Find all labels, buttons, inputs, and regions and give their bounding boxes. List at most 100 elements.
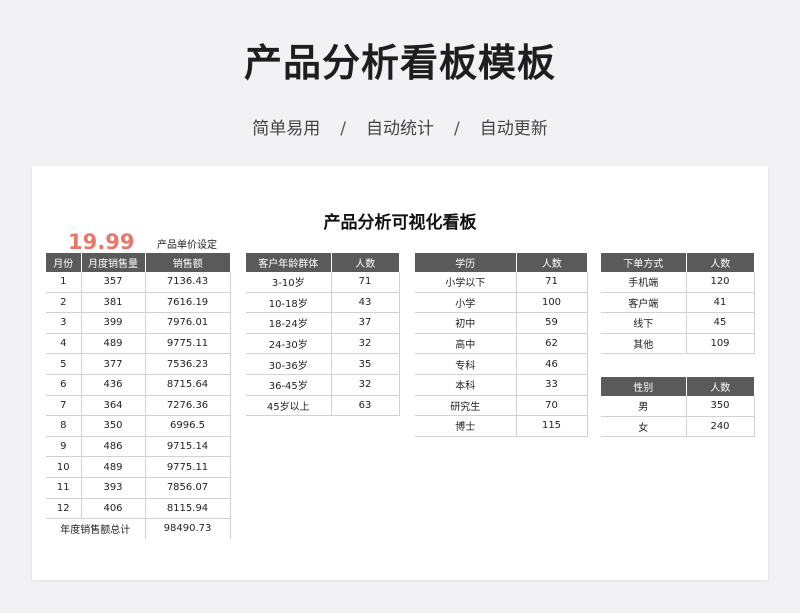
table-cell[interactable]: 240 — [686, 416, 755, 438]
table-cell[interactable]: 12 — [46, 498, 82, 520]
table-cell[interactable]: 45 — [686, 312, 755, 334]
table-cell[interactable]: 43 — [331, 292, 400, 314]
table-cell[interactable]: 小学 — [415, 292, 517, 314]
table-cell[interactable]: 46 — [516, 353, 588, 375]
table-cell[interactable]: 63 — [331, 395, 400, 417]
table-cell[interactable]: 7856.07 — [145, 477, 231, 499]
table-cell[interactable]: 71 — [331, 272, 400, 293]
age-group-table: 客户年龄群体 人数 3-10岁 71 10-18岁 43 18-24岁 37 24-30岁 3… — [246, 253, 400, 417]
table-cell[interactable]: 377 — [81, 353, 146, 375]
table-cell[interactable]: 1 — [46, 272, 82, 293]
table-cell[interactable]: 109 — [686, 333, 755, 355]
table-cell[interactable]: 7276.36 — [145, 395, 231, 417]
column-header: 学历 — [415, 253, 517, 272]
table-cell[interactable]: 100 — [516, 292, 588, 314]
table-cell[interactable]: 其他 — [601, 333, 687, 355]
annual-total-value[interactable]: 98490.73 — [145, 518, 231, 539]
table-cell[interactable]: 7136.43 — [145, 272, 231, 293]
table-cell[interactable]: 33 — [516, 374, 588, 396]
table-cell[interactable]: 381 — [81, 292, 146, 314]
table-cell[interactable]: 8715.64 — [145, 374, 231, 396]
table-row: 7 364 7276.36 — [46, 395, 231, 417]
table-cell[interactable]: 3-10岁 — [246, 272, 332, 293]
table-cell[interactable]: 45岁以上 — [246, 395, 332, 417]
table-row: 5 377 7536.23 — [46, 353, 231, 375]
table-cell[interactable]: 9775.11 — [145, 456, 231, 478]
table-cell[interactable]: 37 — [331, 312, 400, 334]
table-cell[interactable]: 399 — [81, 312, 146, 334]
table-cell[interactable]: 36-45岁 — [246, 374, 332, 396]
unit-price-value[interactable]: 19.99 — [68, 230, 134, 254]
table-cell[interactable]: 62 — [516, 333, 588, 355]
table-cell[interactable]: 2 — [46, 292, 82, 314]
table-cell[interactable]: 8115.94 — [145, 498, 231, 520]
table-cell[interactable]: 393 — [81, 477, 146, 499]
table-cell[interactable]: 489 — [81, 456, 146, 478]
table-cell[interactable]: 115 — [516, 415, 588, 437]
table-cell[interactable]: 71 — [516, 272, 588, 293]
table-row: 8 350 6996.5 — [46, 415, 231, 437]
table-cell[interactable]: 24-30岁 — [246, 333, 332, 355]
table-cell[interactable]: 9 — [46, 436, 82, 458]
table-row: 11 393 7856.07 — [46, 477, 231, 499]
tagline-separator: / — [340, 119, 346, 139]
table-cell[interactable]: 32 — [331, 333, 400, 355]
table-cell[interactable]: 120 — [686, 272, 755, 293]
table-cell[interactable]: 小学以下 — [415, 272, 517, 293]
table-cell[interactable]: 364 — [81, 395, 146, 417]
table-cell[interactable]: 8 — [46, 415, 82, 437]
table-cell[interactable]: 489 — [81, 333, 146, 355]
table-cell[interactable]: 专科 — [415, 353, 517, 375]
table-cell[interactable]: 3 — [46, 312, 82, 334]
table-cell[interactable]: 9775.11 — [145, 333, 231, 355]
table-row: 3 399 7976.01 — [46, 312, 231, 334]
table-cell[interactable]: 6 — [46, 374, 82, 396]
table-row: 客户端 41 — [601, 292, 755, 314]
total-row: 年度销售额总计 98490.73 — [46, 518, 231, 539]
table-cell[interactable]: 357 — [81, 272, 146, 293]
table-cell[interactable]: 6996.5 — [145, 415, 231, 437]
table-cell[interactable]: 5 — [46, 353, 82, 375]
table-cell[interactable]: 高中 — [415, 333, 517, 355]
table-cell[interactable]: 女 — [601, 416, 687, 438]
table-cell[interactable]: 406 — [81, 498, 146, 520]
table-cell[interactable]: 研究生 — [415, 395, 517, 417]
table-cell[interactable]: 30-36岁 — [246, 353, 332, 375]
table-cell[interactable]: 初中 — [415, 312, 517, 334]
table-row: 男 350 — [601, 396, 755, 417]
table-cell[interactable]: 70 — [516, 395, 588, 417]
table-cell[interactable]: 350 — [686, 396, 755, 417]
table-cell[interactable]: 10 — [46, 456, 82, 478]
table-cell[interactable]: 线下 — [601, 312, 687, 334]
table-cell[interactable]: 客户端 — [601, 292, 687, 314]
table-row: 小学以下 71 — [415, 272, 588, 293]
table-cell[interactable]: 本科 — [415, 374, 517, 396]
table-cell[interactable]: 博士 — [415, 415, 517, 437]
table-cell[interactable]: 9715.14 — [145, 436, 231, 458]
table-cell[interactable]: 32 — [331, 374, 400, 396]
table-row: 9 486 9715.14 — [46, 436, 231, 458]
table-cell[interactable]: 10-18岁 — [246, 292, 332, 314]
table-cell[interactable]: 7536.23 — [145, 353, 231, 375]
table-cell[interactable]: 436 — [81, 374, 146, 396]
table-cell[interactable]: 35 — [331, 353, 400, 375]
table-cell[interactable]: 59 — [516, 312, 588, 334]
table-cell[interactable]: 4 — [46, 333, 82, 355]
table-cell[interactable]: 18-24岁 — [246, 312, 332, 334]
column-header: 月份 — [46, 253, 82, 272]
table-cell[interactable]: 486 — [81, 436, 146, 458]
table-cell[interactable]: 350 — [81, 415, 146, 437]
table-row: 3-10岁 71 — [246, 272, 400, 293]
table-cell[interactable]: 11 — [46, 477, 82, 499]
table-cell[interactable]: 手机端 — [601, 272, 687, 293]
table-cell[interactable]: 41 — [686, 292, 755, 314]
table-cell[interactable]: 7976.01 — [145, 312, 231, 334]
table-row: 博士 115 — [415, 415, 588, 437]
table-row: 10-18岁 43 — [246, 292, 400, 314]
table-cell[interactable]: 7 — [46, 395, 82, 417]
table-cell[interactable]: 7616.19 — [145, 292, 231, 314]
table-cell[interactable]: 男 — [601, 396, 687, 417]
table-row: 30-36岁 35 — [246, 353, 400, 375]
table-row: 线下 45 — [601, 312, 755, 334]
table-row: 手机端 120 — [601, 272, 755, 293]
